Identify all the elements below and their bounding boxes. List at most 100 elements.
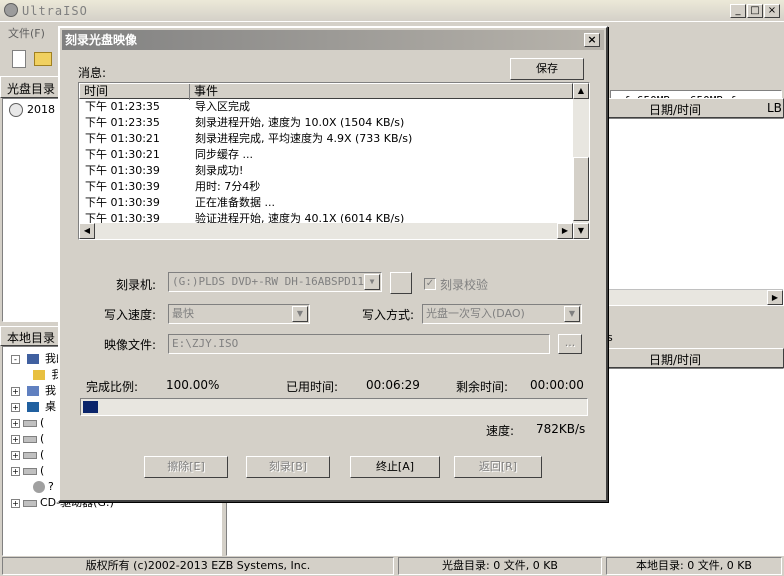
- scroll-thumb[interactable]: [573, 157, 589, 221]
- cd-icon: [9, 103, 23, 117]
- image-file-input[interactable]: E:\ZJY.ISO: [168, 334, 550, 354]
- speed-value: 782KB/s: [536, 422, 586, 436]
- maximize-button[interactable]: □: [747, 4, 763, 18]
- expand-icon[interactable]: +: [11, 434, 20, 444]
- log-event: 刻录成功!: [195, 164, 244, 177]
- minimize-button[interactable]: _: [730, 4, 746, 18]
- message-log-list[interactable]: 时间 事件 下午 01:23:35 导入区完成 下午 01:23:35 刻录进程开始…: [78, 82, 590, 240]
- main-titlebar: UltraISO _ □ ×: [0, 0, 784, 22]
- cd-drive-icon: [23, 499, 37, 507]
- dialog-close-button[interactable]: ×: [584, 33, 600, 47]
- tree-node[interactable]: +(: [11, 431, 44, 447]
- tree-node[interactable]: +(: [11, 463, 44, 479]
- scroll-right-icon[interactable]: ▶: [767, 290, 783, 305]
- write-mode-select[interactable]: 光盘一次写入(DAO) ▼: [422, 304, 582, 324]
- progress-fill: [83, 401, 98, 413]
- cd-pane-header: 光盘目录: [0, 76, 62, 98]
- expand-icon[interactable]: +: [11, 386, 20, 396]
- tree-node[interactable]: +(: [11, 415, 44, 431]
- cd-list-hscroll[interactable]: ▶: [607, 289, 783, 305]
- speed-label: 速度:: [486, 424, 515, 438]
- tree-node[interactable]: + 我: [11, 383, 56, 399]
- drive-icon: [23, 419, 37, 427]
- folder-icon: [26, 386, 39, 396]
- scroll-up-icon[interactable]: ▲: [573, 83, 589, 99]
- complete-value: 100.00%: [166, 378, 220, 392]
- tree-node[interactable]: ?: [33, 479, 54, 495]
- expand-icon[interactable]: +: [11, 418, 20, 428]
- dialog-title: 刻录光盘映像: [65, 33, 138, 47]
- cd-list-date-header[interactable]: 日期/时间: [649, 101, 701, 118]
- erase-button[interactable]: 擦除[E]: [144, 456, 228, 478]
- desktop-icon: [26, 402, 39, 412]
- log-header: 时间 事件: [79, 83, 574, 100]
- cd-tree[interactable]: 2018: [2, 98, 62, 322]
- tree-node-label: 我: [45, 384, 56, 397]
- tree-node[interactable]: +(: [11, 447, 44, 463]
- log-event: 刻录进程完成, 平均速度为 4.9X (733 KB/s): [195, 132, 413, 145]
- cd-list-lb-header[interactable]: LB: [767, 101, 782, 115]
- new-file-icon[interactable]: [12, 50, 26, 68]
- close-button[interactable]: ×: [764, 4, 780, 18]
- status-local: 本地目录: 0 文件, 0 KB: [606, 557, 782, 575]
- status-copyright: 版权所有 (c)2002-2013 EZB Systems, Inc.: [2, 557, 394, 575]
- cd-tree-item[interactable]: 2018: [27, 103, 55, 116]
- image-file-value: E:\ZJY.ISO: [172, 337, 239, 350]
- menu-file[interactable]: 文件(F): [8, 25, 45, 41]
- expand-icon[interactable]: +: [11, 498, 20, 508]
- tree-node-label: (: [40, 464, 45, 477]
- collapse-icon[interactable]: -: [11, 354, 20, 364]
- verify-checkbox[interactable]: ✓: [424, 278, 436, 290]
- scroll-left-icon[interactable]: ◀: [79, 223, 95, 239]
- stop-button[interactable]: 终止[A]: [350, 456, 440, 478]
- back-button[interactable]: 返回[R]: [454, 456, 542, 478]
- tree-node[interactable]: + 桌: [11, 399, 56, 415]
- browse-button[interactable]: ...: [558, 334, 582, 354]
- burner-select[interactable]: (G:)PLDS DVD+-RW DH-16ABSPD11 ▼: [168, 272, 382, 292]
- computer-icon: [26, 354, 39, 364]
- expand-icon[interactable]: +: [11, 466, 20, 476]
- chevron-down-icon[interactable]: ▼: [564, 306, 580, 322]
- drive-icon: [23, 467, 37, 475]
- write-speed-select[interactable]: 最快 ▼: [168, 304, 310, 324]
- log-event: 正在准备数据 ...: [195, 196, 275, 209]
- app-disc-icon: [4, 3, 18, 17]
- burner-value: (G:)PLDS DVD+-RW DH-16ABSPD11: [172, 275, 365, 288]
- log-vertical-scrollbar[interactable]: ▲ ▼: [573, 83, 589, 239]
- log-time: 下午 01:30:39: [85, 164, 160, 177]
- save-button[interactable]: 保存: [510, 58, 584, 80]
- remaining-value: 00:00:00: [530, 378, 584, 392]
- burner-options-button[interactable]: [390, 272, 412, 294]
- scroll-down-icon[interactable]: ▼: [573, 223, 589, 239]
- statusbar: 版权所有 (c)2002-2013 EZB Systems, Inc. 光盘目录…: [0, 556, 784, 576]
- open-folder-icon[interactable]: [34, 52, 52, 66]
- burn-button[interactable]: 刻录[B]: [246, 456, 330, 478]
- local-list-date-header[interactable]: 日期/时间: [649, 351, 701, 368]
- log-header-event[interactable]: 事件: [190, 84, 574, 100]
- folder-icon: [33, 370, 45, 380]
- write-mode-label: 写入方式:: [361, 308, 414, 322]
- chevron-down-icon[interactable]: ▼: [292, 306, 308, 322]
- expand-icon[interactable]: +: [11, 450, 20, 460]
- cd-file-list[interactable]: ▶: [606, 118, 784, 306]
- tree-node-label: (: [40, 432, 45, 445]
- status-cd: 光盘目录: 0 文件, 0 KB: [398, 557, 602, 575]
- tree-node-label: 桌: [45, 400, 56, 413]
- image-file-label: 映像文件:: [103, 338, 156, 352]
- drive-icon: [23, 451, 37, 459]
- messages-label: 消息:: [78, 66, 107, 80]
- tree-node-label: (: [40, 448, 45, 461]
- log-horizontal-scrollbar[interactable]: ◀ ▶: [79, 223, 573, 239]
- scroll-right-icon[interactable]: ▶: [557, 223, 573, 239]
- log-header-time[interactable]: 时间: [80, 84, 190, 100]
- log-time: 下午 01:30:21: [85, 132, 160, 145]
- write-speed-label: 写入速度:: [103, 308, 156, 322]
- log-time: 下午 01:30:39: [85, 196, 160, 209]
- write-mode-value: 光盘一次写入(DAO): [426, 307, 525, 320]
- elapsed-label: 已用时间:: [286, 380, 339, 394]
- cd-list-header: 日期/时间 LB: [606, 98, 784, 118]
- expand-icon[interactable]: +: [11, 402, 20, 412]
- chevron-down-icon[interactable]: ▼: [364, 274, 380, 290]
- burn-image-dialog: 刻录光盘映像 × 消息: 保存 时间 事件 下午 01:23:35 导入区完成 下…: [58, 26, 608, 502]
- tree-node-label: ?: [48, 480, 54, 493]
